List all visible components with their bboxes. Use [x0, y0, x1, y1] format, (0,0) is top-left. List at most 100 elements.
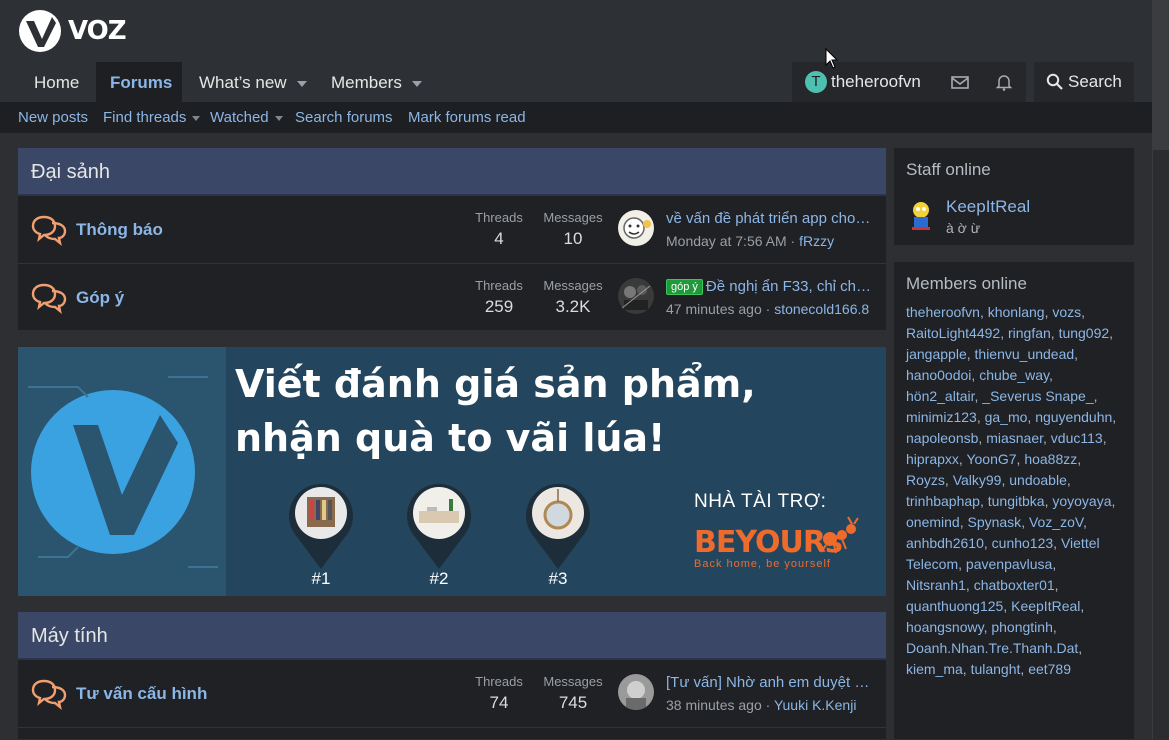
- list-separator: ,: [1078, 640, 1083, 656]
- member-link[interactable]: jangapple: [906, 346, 967, 362]
- member-link[interactable]: Royzs: [906, 472, 945, 488]
- user-avatar[interactable]: [908, 200, 934, 230]
- tab-whats-new[interactable]: What’s new: [185, 62, 321, 102]
- member-link[interactable]: tungitbka: [988, 493, 1045, 509]
- member-link[interactable]: vduc113: [1051, 430, 1103, 446]
- logo-text: VOZ: [68, 16, 127, 46]
- forum-title[interactable]: Thông báo: [76, 196, 163, 263]
- promo-banner[interactable]: Viết đánh giá sản phẩm, nhận quà to vãi …: [18, 347, 886, 596]
- member-link[interactable]: cunho123: [992, 535, 1054, 551]
- member-link[interactable]: trinhbaphap: [906, 493, 980, 509]
- latest-thread-link[interactable]: [Tư vấn] Nhờ anh em duyệt giúp: [666, 674, 874, 691]
- messages-stat: Messages 3.2K: [543, 278, 603, 316]
- forum-title[interactable]: Tư vấn cấu hình: [76, 660, 207, 727]
- pin-label: #3: [548, 569, 568, 588]
- list-separator: ,: [1000, 325, 1008, 341]
- member-link[interactable]: minimiz123: [906, 409, 977, 425]
- member-link[interactable]: hoangsnowy: [906, 619, 984, 635]
- member-link[interactable]: eet789: [1028, 661, 1071, 677]
- scrollbar-thumb[interactable]: [1153, 150, 1169, 739]
- member-link[interactable]: onemind: [906, 514, 960, 530]
- member-link[interactable]: nguyenduhn: [1035, 409, 1112, 425]
- member-link[interactable]: napoleonsb: [906, 430, 978, 446]
- member-link[interactable]: kiem_ma: [906, 661, 963, 677]
- envelope-icon[interactable]: [950, 72, 970, 92]
- user-avatar[interactable]: [618, 674, 654, 710]
- member-link[interactable]: yoyoyaya: [1052, 493, 1111, 509]
- subnav-mark-read[interactable]: Mark forums read: [408, 102, 526, 134]
- chevron-down-icon[interactable]: [192, 115, 201, 121]
- member-link[interactable]: tulanght: [971, 661, 1021, 677]
- widget-title: Staff online: [906, 160, 991, 179]
- latest-time[interactable]: 47 minutes ago: [666, 301, 762, 317]
- list-separator: ,: [965, 577, 974, 593]
- user-avatar[interactable]: [618, 210, 654, 246]
- pin-label: #1: [311, 569, 331, 588]
- forum-node: Tư vấn cấu hình Threads 74 Messages 745 …: [18, 659, 886, 727]
- tab-home[interactable]: Home: [20, 62, 93, 102]
- list-separator: ,: [944, 472, 953, 488]
- latest-thread-link[interactable]: góp ýĐề nghị ẩn F33, chỉ cho phép: [666, 278, 874, 295]
- latest-time[interactable]: Monday at 7:56 AM: [666, 233, 787, 249]
- member-link[interactable]: RaitoLight4492: [906, 325, 1000, 341]
- tab-forums[interactable]: Forums: [96, 62, 182, 102]
- chevron-down-icon[interactable]: [296, 80, 307, 87]
- category-title[interactable]: Máy tính: [18, 612, 886, 659]
- member-link[interactable]: Voz_zoV: [1029, 514, 1083, 530]
- member-link[interactable]: hoa88zz: [1024, 451, 1077, 467]
- search-button[interactable]: Search: [1034, 62, 1134, 102]
- member-link[interactable]: Spynask: [967, 514, 1021, 530]
- member-link[interactable]: phongtinh: [991, 619, 1053, 635]
- member-link[interactable]: vozs: [1052, 304, 1081, 320]
- messages-stat: Messages 10: [543, 210, 603, 248]
- member-link[interactable]: thienvu_undead: [975, 346, 1075, 362]
- list-separator: ,: [1043, 430, 1051, 446]
- staff-member-name[interactable]: KeepItReal: [946, 197, 1030, 217]
- list-separator: ,: [1074, 346, 1079, 362]
- member-link[interactable]: ga_mo: [985, 409, 1028, 425]
- members-online-widget: Members online theheroofvn, khonlang, vo…: [894, 262, 1134, 739]
- member-link[interactable]: _Severus Snape_: [982, 388, 1093, 404]
- member-link[interactable]: KeepItReal: [1011, 598, 1080, 614]
- forum-node: [18, 727, 886, 740]
- subnav-search-forums[interactable]: Search forums: [295, 102, 393, 134]
- forum-chat-icon: [31, 215, 67, 246]
- latest-user[interactable]: fRzzy: [799, 233, 834, 249]
- member-link[interactable]: Doanh.Nhan.Tre.Thanh.Dat: [906, 640, 1078, 656]
- latest-user[interactable]: Yuuki K.Kenji: [774, 697, 857, 713]
- list-separator: ,: [979, 493, 988, 509]
- user-avatar[interactable]: [618, 278, 654, 314]
- member-link[interactable]: anhbdh2610: [906, 535, 984, 551]
- member-link[interactable]: chatboxter01: [974, 577, 1055, 593]
- chevron-down-icon[interactable]: [411, 80, 422, 87]
- latest-thread-link[interactable]: về vấn đề phát triển app cho voz: [666, 210, 874, 227]
- subnav-watched[interactable]: Watched: [210, 102, 283, 134]
- member-link[interactable]: tung092: [1059, 325, 1110, 341]
- subnav-find-threads[interactable]: Find threads: [103, 102, 201, 134]
- category-title[interactable]: Đại sảnh: [18, 148, 886, 195]
- member-link[interactable]: chube_way: [979, 367, 1049, 383]
- member-link[interactable]: undoable: [1009, 472, 1067, 488]
- list-separator: ,: [1053, 535, 1061, 551]
- member-link[interactable]: theheroofvn: [906, 304, 980, 320]
- list-separator: ,: [1077, 451, 1082, 467]
- member-link[interactable]: Valky99: [953, 472, 1002, 488]
- bell-icon[interactable]: [994, 72, 1014, 92]
- forum-title[interactable]: Góp ý: [76, 264, 124, 331]
- latest-time[interactable]: 38 minutes ago: [666, 697, 762, 713]
- member-link[interactable]: hiprapxx: [906, 451, 959, 467]
- member-link[interactable]: hön2_altair: [906, 388, 975, 404]
- latest-user[interactable]: stonecold166.8: [774, 301, 869, 317]
- member-link[interactable]: hano0odoi: [906, 367, 971, 383]
- chevron-down-icon[interactable]: [274, 115, 283, 121]
- member-link[interactable]: miasnaer: [986, 430, 1043, 446]
- member-link[interactable]: Nitsranh1: [906, 577, 966, 593]
- member-link[interactable]: YoonG7: [966, 451, 1016, 467]
- member-link[interactable]: ringfan: [1008, 325, 1051, 341]
- tab-members[interactable]: Members: [317, 62, 436, 102]
- subnav-new-posts[interactable]: New posts: [18, 102, 88, 134]
- member-link[interactable]: quanthuong125: [906, 598, 1003, 614]
- member-link[interactable]: khonlang: [988, 304, 1045, 320]
- site-logo[interactable]: VOZ: [18, 9, 127, 53]
- member-link[interactable]: pavenpavlusa: [966, 556, 1052, 572]
